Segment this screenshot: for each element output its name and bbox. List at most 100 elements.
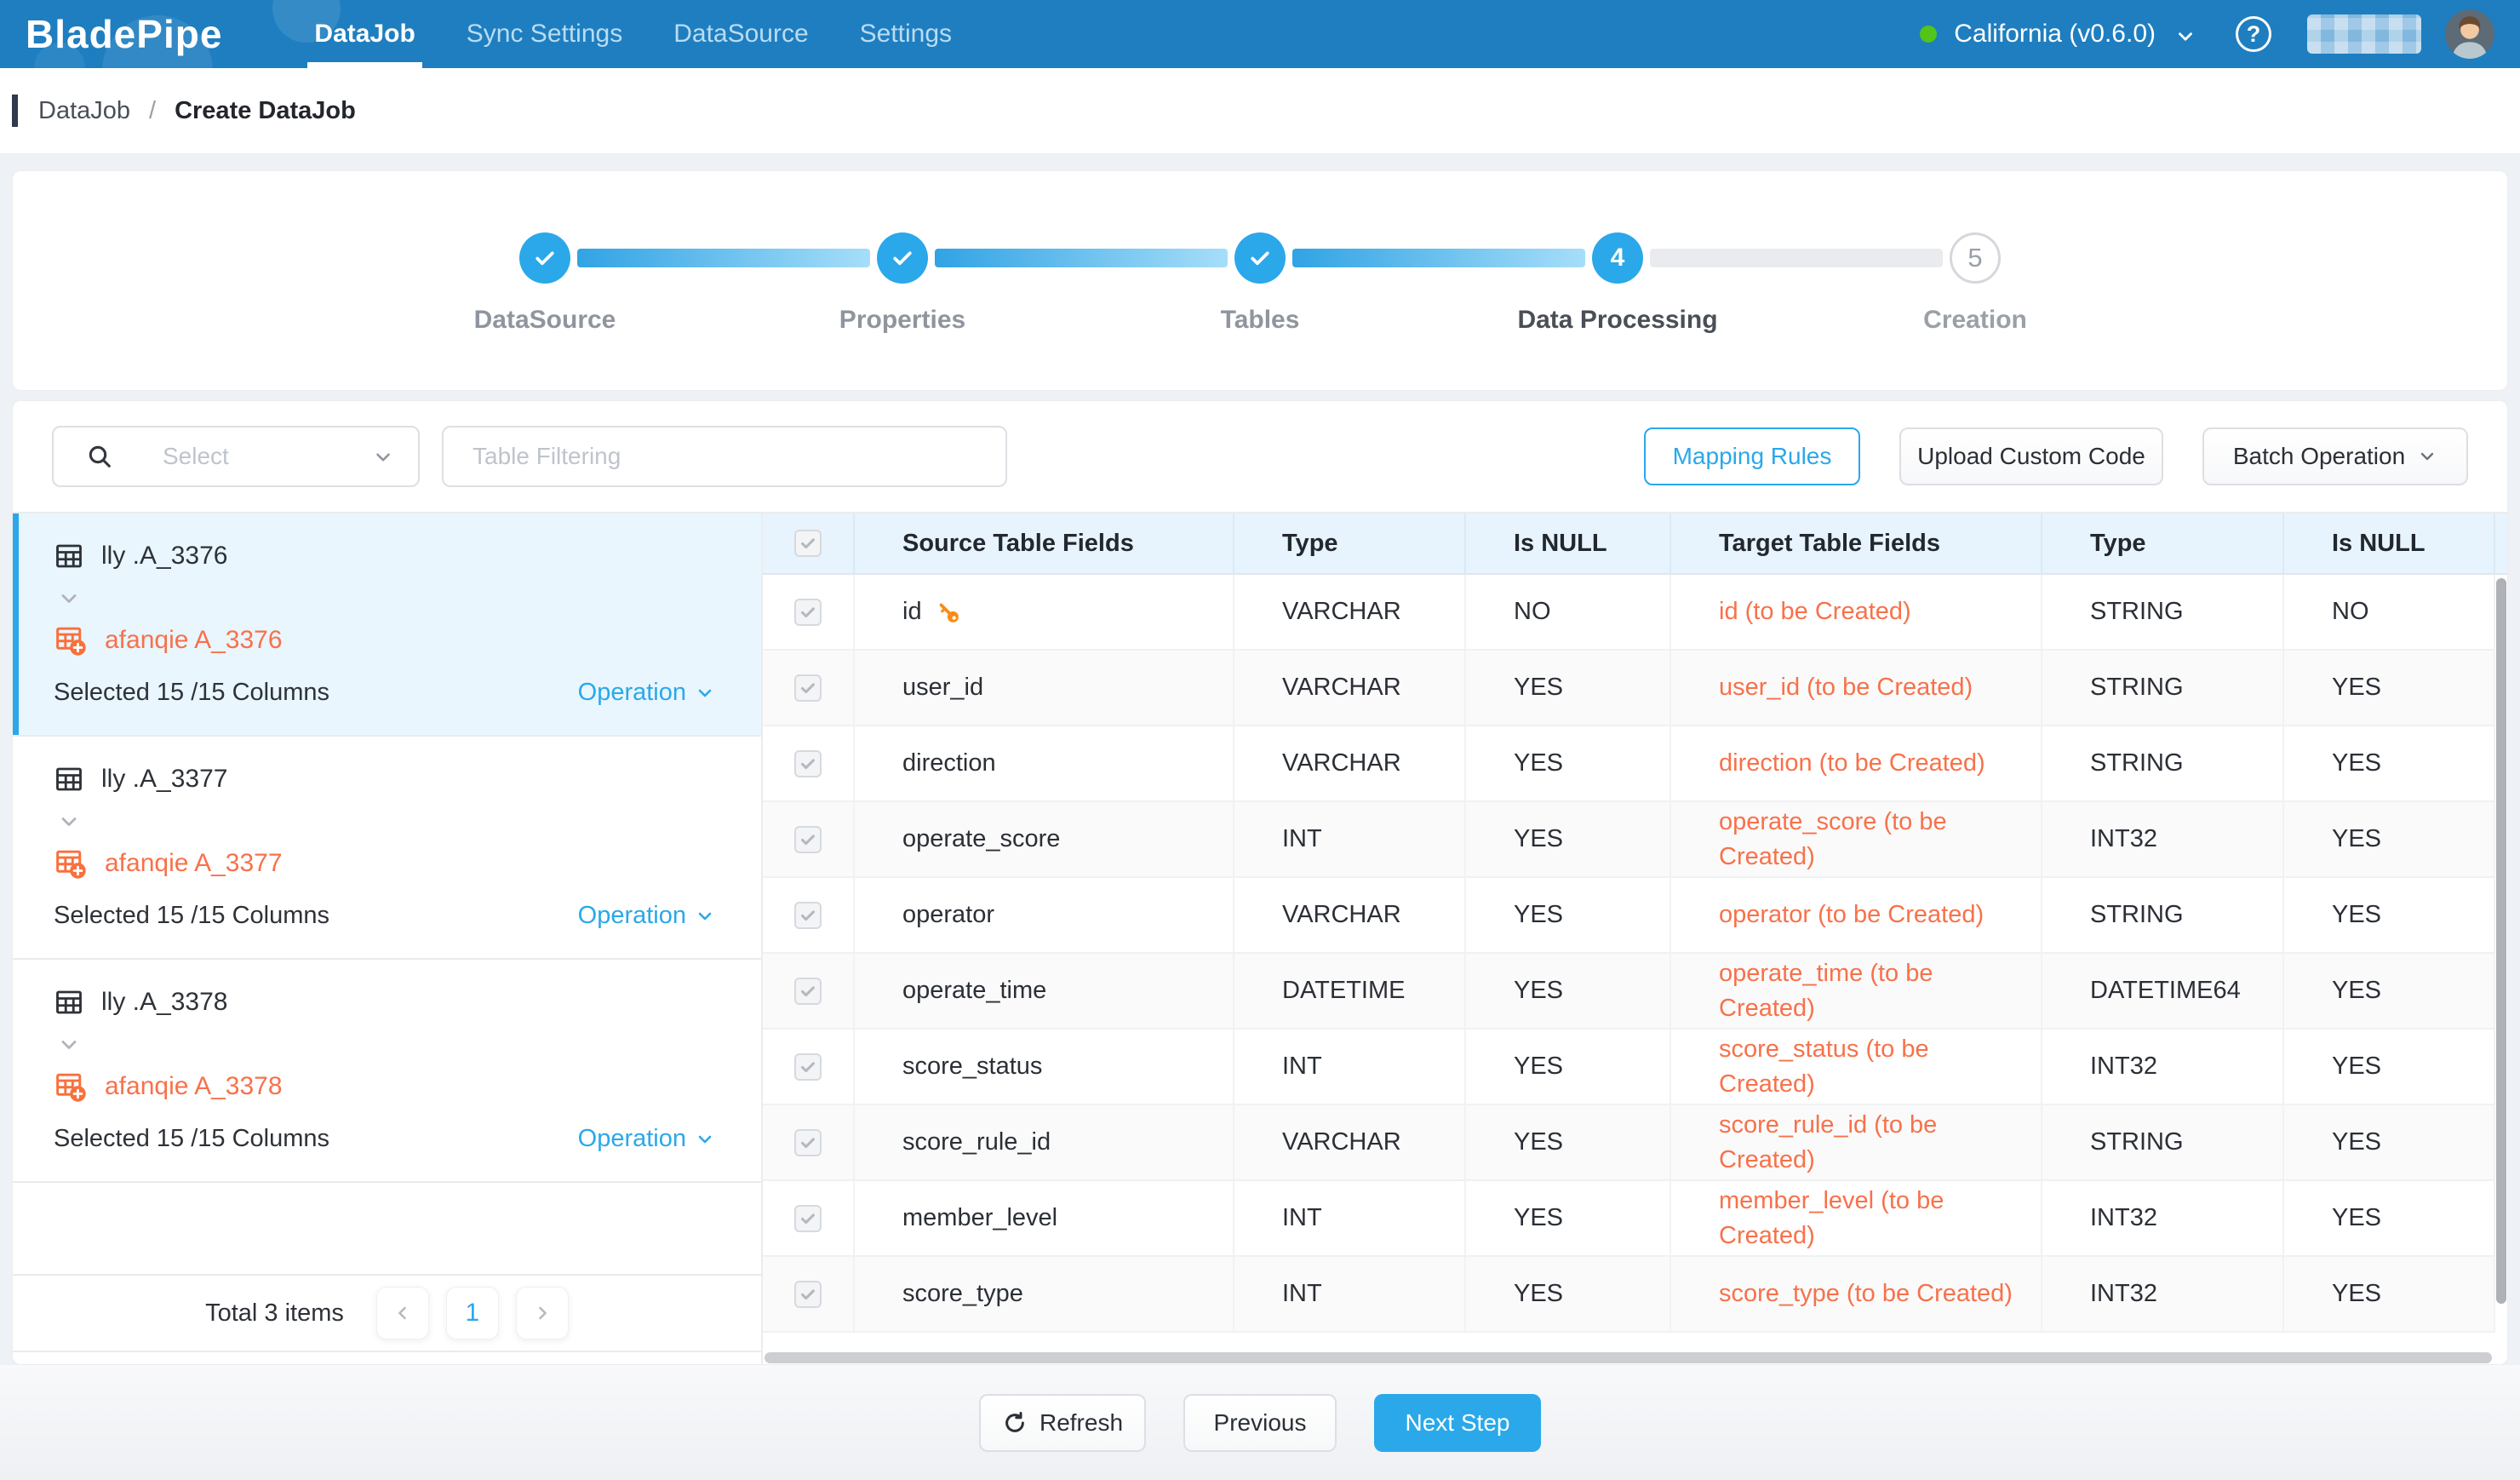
step-check-icon xyxy=(1234,232,1286,284)
toolbar-actions: Mapping Rules Upload Custom Code Batch O… xyxy=(1644,427,2468,485)
expand-caret[interactable] xyxy=(57,1030,727,1060)
previous-button[interactable]: Previous xyxy=(1183,1394,1337,1452)
pagination-page-1[interactable]: 1 xyxy=(446,1287,499,1339)
source-field-name: operate_time xyxy=(902,977,1046,1005)
toolbar: Mapping Rules Upload Custom Code Batch O… xyxy=(13,401,2507,513)
upload-custom-code-button[interactable]: Upload Custom Code xyxy=(1899,427,2163,485)
target-field-nullable: YES xyxy=(2284,1257,2495,1331)
mapping-rules-button[interactable]: Mapping Rules xyxy=(1644,427,1860,485)
source-field-name: direction xyxy=(902,749,996,777)
row-checkbox[interactable] xyxy=(794,599,822,626)
step-check-icon xyxy=(519,232,570,284)
row-checkbox[interactable] xyxy=(794,902,822,929)
row-checkbox[interactable] xyxy=(794,1281,822,1308)
pagination-next-button[interactable] xyxy=(516,1287,569,1339)
target-field-nullable: YES xyxy=(2284,878,2495,952)
nav-menu-item[interactable]: Settings xyxy=(834,0,977,68)
expand-caret[interactable] xyxy=(57,583,727,614)
target-field-nullable: YES xyxy=(2284,1030,2495,1104)
target-table-name: afanqie A_3378 xyxy=(105,1072,283,1101)
step-label: DataSource xyxy=(474,306,616,335)
target-field-name: direction (to be Created) xyxy=(1719,746,1985,781)
step-label: Creation xyxy=(1923,306,2027,335)
step-number: 5 xyxy=(1967,243,1982,273)
table-filter-field xyxy=(442,426,1007,487)
table-list-item[interactable]: lly .A_3377 afanqie A_3377 Selec xyxy=(13,737,761,960)
table-filter-input[interactable] xyxy=(442,426,1007,487)
expand-caret[interactable] xyxy=(57,806,727,837)
target-table-add-icon xyxy=(54,846,88,881)
target-field-name: member_level (to be Created) xyxy=(1719,1184,2020,1253)
source-field-name: score_status xyxy=(902,1053,1042,1081)
operation-dropdown[interactable]: Operation xyxy=(578,1125,715,1153)
pagination-total: Total 3 items xyxy=(205,1299,344,1328)
source-field-nullable: YES xyxy=(1466,1105,1671,1179)
vertical-scrollbar-thumb[interactable] xyxy=(2496,578,2506,1304)
select-all-checkbox[interactable] xyxy=(794,530,822,557)
brand-logo[interactable]: BladePipe xyxy=(26,11,222,57)
refresh-button[interactable]: Refresh xyxy=(979,1394,1146,1452)
footer-actions: Refresh Previous Next Step xyxy=(0,1365,2520,1480)
target-field-nullable: YES xyxy=(2284,726,2495,800)
table-body: id VARCHAR NO id (to be Created) STRING … xyxy=(763,575,2495,1353)
stepper-card: DataSource Properties Tables 4 Data Proc… xyxy=(12,170,2508,391)
source-field-nullable: YES xyxy=(1466,1257,1671,1331)
refresh-label: Refresh xyxy=(1040,1409,1123,1437)
step-connector xyxy=(935,249,1228,267)
target-field-type: INT32 xyxy=(2042,1181,2284,1255)
source-field-name: score_rule_id xyxy=(902,1128,1051,1156)
table-list-item[interactable]: lly .A_3378 afanqie A_3378 Selec xyxy=(13,960,761,1183)
row-checkbox[interactable] xyxy=(794,978,822,1005)
target-field-nullable: YES xyxy=(2284,651,2495,725)
selected-columns-text: Selected 15 /15 Columns xyxy=(54,679,329,707)
row-checkbox[interactable] xyxy=(794,674,822,702)
table-list-item[interactable]: lly .A_3376 afanqie A_3376 Selec xyxy=(13,513,761,737)
wizard-stepper: DataSource Properties Tables 4 Data Proc… xyxy=(13,171,2507,284)
row-checkbox[interactable] xyxy=(794,1129,822,1156)
horizontal-scrollbar-thumb[interactable] xyxy=(765,1352,2492,1363)
table-row: score_status INT YES score_status (to be… xyxy=(763,1030,2495,1105)
source-table-name: lly .A_3377 xyxy=(101,765,227,794)
operation-label: Operation xyxy=(578,1125,686,1153)
nav-menu-item[interactable]: DataJob xyxy=(289,0,440,68)
table-row: score_rule_id VARCHAR YES score_rule_id … xyxy=(763,1105,2495,1181)
search-icon xyxy=(86,443,113,470)
column-header-type: Type xyxy=(1234,513,1466,573)
nav-menu-item[interactable]: DataSource xyxy=(648,0,833,68)
column-header-is-null: Is NULL xyxy=(1466,513,1671,573)
pagination-prev-button[interactable] xyxy=(376,1287,429,1339)
nav-menu-item[interactable]: Sync Settings xyxy=(441,0,648,68)
environment-selector[interactable]: California (v0.6.0) xyxy=(1954,20,2156,49)
chevron-down-icon[interactable] xyxy=(372,446,394,468)
table-row: direction VARCHAR YES direction (to be C… xyxy=(763,726,2495,802)
row-checkbox[interactable] xyxy=(794,750,822,777)
batch-operation-button[interactable]: Batch Operation xyxy=(2202,427,2468,485)
source-field-nullable: YES xyxy=(1466,1181,1671,1255)
target-field-type: INT32 xyxy=(2042,802,2284,876)
operation-dropdown[interactable]: Operation xyxy=(578,679,715,707)
target-field-name: score_rule_id (to be Created) xyxy=(1719,1108,2020,1177)
table-row: operate_score INT YES operate_score (to … xyxy=(763,802,2495,878)
table-grid-icon xyxy=(54,987,84,1018)
help-icon[interactable]: ? xyxy=(2236,16,2271,52)
row-checkbox[interactable] xyxy=(794,1053,822,1081)
operation-dropdown[interactable]: Operation xyxy=(578,902,715,930)
source-field-type: INT xyxy=(1234,1030,1466,1104)
source-table-name: lly .A_3376 xyxy=(101,542,227,571)
target-field-type: STRING xyxy=(2042,878,2284,952)
row-checkbox[interactable] xyxy=(794,1205,822,1232)
avatar[interactable] xyxy=(2445,9,2494,59)
breadcrumb-accent-bar xyxy=(12,95,18,127)
target-field-name: score_status (to be Created) xyxy=(1719,1032,2020,1101)
page-title: Create DataJob xyxy=(175,97,356,125)
table-header-row: Source Table Fields Type Is NULL Target … xyxy=(763,513,2507,575)
column-header-target-fields: Target Table Fields xyxy=(1671,513,2042,573)
step-datasource: DataSource xyxy=(519,232,570,284)
next-step-button[interactable]: Next Step xyxy=(1374,1394,1541,1452)
row-checkbox[interactable] xyxy=(794,826,822,853)
table-grid-icon xyxy=(54,541,84,571)
step-properties: Properties xyxy=(877,232,928,284)
breadcrumb-parent-link[interactable]: DataJob xyxy=(38,97,130,125)
chevron-down-icon[interactable] xyxy=(2174,26,2196,48)
target-field-type: STRING xyxy=(2042,1105,2284,1179)
